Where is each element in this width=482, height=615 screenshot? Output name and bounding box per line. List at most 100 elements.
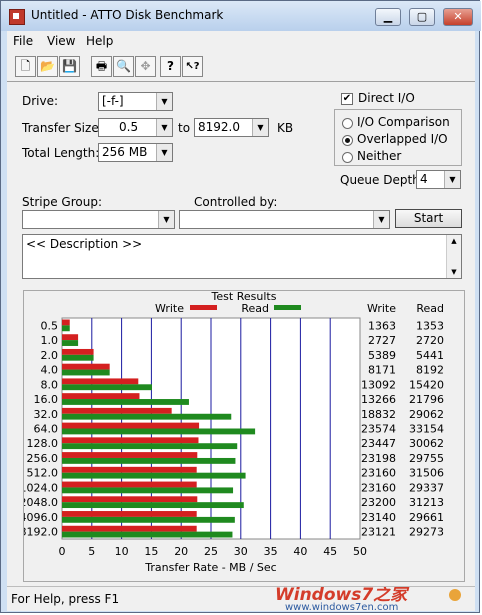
x-tick-label: 25 [204, 545, 218, 558]
transfer-size-from-select[interactable]: 0.5 ▼ [98, 118, 173, 137]
app-window: Untitled - ATTO Disk Benchmark ▁ ▢ ✕ Fil… [0, 0, 481, 613]
write-bar [62, 378, 139, 385]
open-folder-icon[interactable]: 📂 [37, 56, 58, 77]
queue-depth-select[interactable]: 4 ▼ [416, 170, 461, 189]
io-comparison-label: I/O Comparison [357, 115, 450, 129]
overlapped-io-radio[interactable] [342, 135, 353, 146]
drive-value: [-f-] [102, 94, 124, 108]
menu-bar: File View Help [7, 31, 475, 51]
read-bar [62, 369, 110, 376]
save-icon[interactable]: 💾 [59, 56, 80, 77]
read-value: 29661 [409, 511, 444, 524]
total-length-select[interactable]: 256 MB ▼ [98, 143, 173, 162]
y-tick-label: 256.0 [27, 452, 59, 465]
read-bar [62, 472, 246, 479]
x-tick-label: 35 [264, 545, 278, 558]
watermark-logo: Windows7之家 www.windows7en.com [275, 587, 461, 611]
y-tick-label: 1.0 [41, 334, 59, 347]
close-button[interactable]: ✕ [443, 8, 473, 26]
main-panel: Drive: [-f-] ▼ Transfer Size: 0.5 ▼ to 8… [7, 81, 475, 587]
write-value: 13092 [361, 378, 396, 391]
read-value: 1353 [416, 319, 444, 332]
legend-write-label: Write [155, 302, 184, 315]
y-tick-label: 16.0 [34, 393, 59, 406]
x-tick-label: 5 [88, 545, 95, 558]
write-bar [62, 511, 197, 517]
write-value: 23200 [361, 496, 396, 509]
x-tick-label: 10 [115, 545, 129, 558]
write-value: 23121 [361, 526, 396, 539]
y-tick-label: 32.0 [34, 408, 59, 421]
to-label: to [178, 121, 191, 135]
drive-select[interactable]: [-f-] ▼ [98, 92, 173, 111]
write-value: 5389 [368, 349, 396, 362]
chevron-down-icon[interactable]: ▼ [156, 119, 172, 136]
read-bar [62, 354, 94, 361]
read-bar [62, 502, 244, 509]
menu-view[interactable]: View [47, 34, 75, 48]
move-icon[interactable]: ✥ [135, 56, 156, 77]
chevron-down-icon[interactable]: ▼ [252, 119, 268, 136]
transfer-to-value: 8192.0 [198, 120, 240, 134]
status-bar: For Help, press F1 Windows7之家 www.window… [7, 586, 475, 611]
write-bar [62, 422, 200, 429]
read-bar [62, 443, 238, 450]
write-bar [62, 452, 198, 458]
read-bar [62, 340, 79, 346]
neither-radio[interactable] [342, 152, 353, 163]
controlled-by-label: Controlled by: [194, 195, 278, 209]
transfer-from-value: 0.5 [119, 120, 139, 134]
description-box[interactable]: << Description >> ▲ ▼ [22, 234, 462, 279]
toolbar: 🗋 📂 💾 🖶 🔍 ✥ ? ↖? [7, 51, 475, 81]
context-help-icon[interactable]: ↖? [182, 56, 203, 77]
direct-io-checkbox[interactable]: ✔ [341, 93, 353, 105]
print-preview-icon[interactable]: 🔍 [113, 56, 134, 77]
chevron-down-icon[interactable]: ▼ [444, 171, 460, 188]
minimize-button[interactable]: ▁ [375, 8, 401, 26]
read-value: 2720 [416, 334, 444, 347]
start-button[interactable]: Start [395, 209, 462, 228]
direct-io-label: Direct I/O [358, 91, 415, 105]
new-document-icon[interactable]: 🗋 [15, 56, 36, 77]
chevron-down-icon[interactable]: ▼ [158, 211, 174, 228]
scroll-up-icon[interactable]: ▲ [447, 237, 461, 245]
x-tick-label: 45 [323, 545, 337, 558]
print-icon[interactable]: 🖶 [91, 56, 112, 77]
chevron-down-icon[interactable]: ▼ [156, 144, 172, 161]
results-chart: Test ResultsWrite Read Write Read0.5 1363 135… [24, 291, 444, 574]
read-bar [62, 428, 256, 435]
read-value: 29273 [409, 526, 444, 539]
chevron-down-icon[interactable]: ▼ [373, 211, 389, 228]
window-title: Untitled - ATTO Disk Benchmark [31, 8, 224, 22]
read-value: 8192 [416, 364, 444, 377]
write-bar [62, 437, 199, 444]
controlled-by-select[interactable]: ▼ [179, 210, 390, 229]
y-tick-label: 128.0 [27, 437, 59, 450]
x-tick-label: 20 [174, 545, 188, 558]
write-value: 23160 [361, 467, 396, 480]
stripe-group-select[interactable]: ▼ [22, 210, 175, 229]
write-value: 23160 [361, 481, 396, 494]
title-bar[interactable]: Untitled - ATTO Disk Benchmark ▁ ▢ ✕ [1, 1, 481, 31]
y-tick-label: 512.0 [27, 467, 59, 480]
write-bar [62, 319, 70, 326]
menu-file[interactable]: File [13, 34, 33, 48]
chevron-down-icon[interactable]: ▼ [156, 93, 172, 110]
y-tick-label: 2048.0 [24, 496, 58, 509]
maximize-button[interactable]: ▢ [409, 8, 435, 26]
scroll-down-icon[interactable]: ▼ [447, 268, 461, 276]
legend-read-label: Read [241, 302, 269, 315]
help-icon[interactable]: ? [160, 56, 181, 77]
stripe-group-label: Stripe Group: [22, 195, 102, 209]
menu-help[interactable]: Help [86, 34, 113, 48]
description-scrollbar[interactable]: ▲ ▼ [446, 235, 461, 278]
svg-text:www.windows7en.com: www.windows7en.com [285, 602, 398, 611]
write-value: 13266 [361, 393, 396, 406]
test-results-group: Test Results Write Read Write Read 0.5 1363 135… [23, 290, 465, 582]
app-icon [9, 9, 25, 25]
legend-read-swatch [274, 305, 301, 310]
transfer-size-to-select[interactable]: 8192.0 ▼ [194, 118, 269, 137]
x-tick-label: 50 [353, 545, 367, 558]
write-bar [62, 407, 172, 414]
io-comparison-radio[interactable] [342, 118, 353, 129]
